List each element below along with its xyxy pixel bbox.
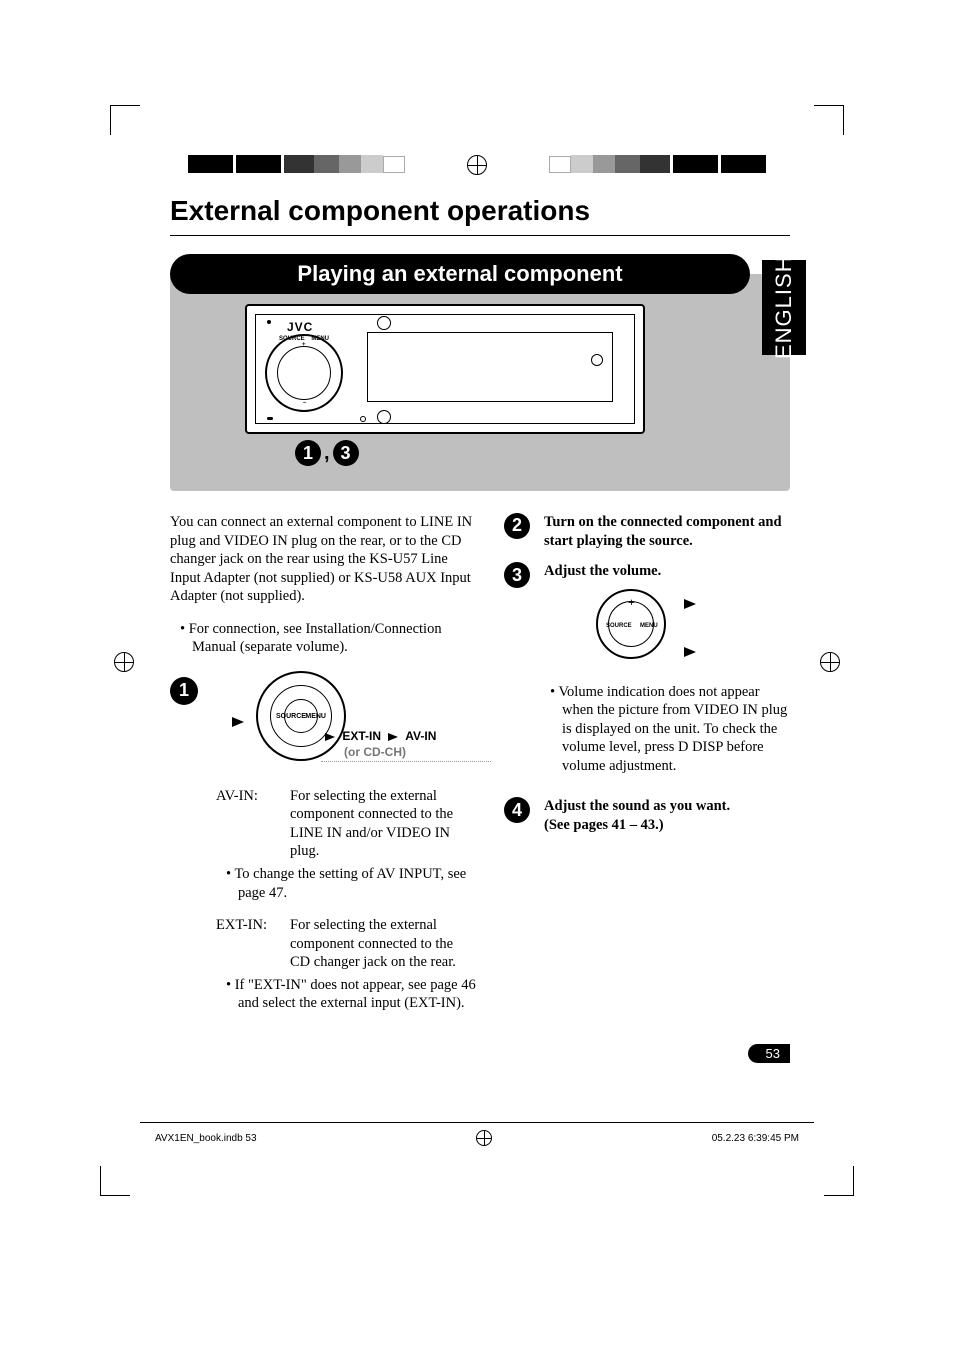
avin-bullet: To change the setting of AV INPUT, see p…: [226, 865, 476, 902]
step-4-badge: 4: [504, 797, 530, 823]
registration-mark-right-icon: [820, 652, 840, 672]
step-3-text: Adjust the volume.: [544, 563, 661, 579]
device-knob: + – SOURCE MENU: [265, 334, 343, 412]
device-drawing: JVC + – SOURCE MENU: [245, 304, 645, 434]
extin-bullet: If "EXT-IN" does not appear, see page 46…: [226, 976, 476, 1013]
flow-avin: AV-IN: [405, 729, 436, 743]
device-brand: JVC: [287, 320, 313, 334]
knob-source-label: SOURCE: [279, 336, 305, 342]
avin-definition: AV-IN: For selecting the external compon…: [216, 787, 476, 861]
page-content: External component operations Playing an…: [170, 195, 790, 1013]
color-bars-left: [188, 155, 405, 173]
left-column: You can connect an external component to…: [170, 513, 476, 1013]
step-4-text-b: (See pages 41 – 43.): [544, 817, 664, 833]
footer-filename: AVX1EN_book.indb 53: [155, 1133, 257, 1144]
intro-paragraph: You can connect an external component to…: [170, 513, 476, 606]
step1-knob-source-label: SOURCE: [276, 713, 306, 722]
illustration-step-callout: 1 , 3: [295, 440, 770, 466]
avin-label: AV-IN:: [216, 787, 284, 861]
step-3-badge: 3: [504, 562, 530, 588]
flow-arrow-icon: [325, 733, 335, 741]
registration-bar-top: [0, 155, 954, 175]
color-bars-right: [549, 155, 766, 173]
step1-knob-menu-label: MENU: [305, 713, 326, 722]
section-banner: Playing an external component: [170, 254, 750, 294]
callout-badge-3: 3: [333, 440, 359, 466]
callout-comma: ,: [324, 442, 330, 465]
step-4-text-a: Adjust the sound as you want.: [544, 798, 730, 814]
footer-timestamp: 05.2.23 6:39:45 PM: [712, 1133, 799, 1144]
arrow-right-icon: [684, 647, 696, 657]
extin-label: EXT-IN:: [216, 916, 284, 972]
step3-knob-source-label: SOURCE: [606, 623, 632, 631]
footer-rule: [140, 1122, 814, 1123]
step-2-badge: 2: [504, 513, 530, 539]
step-2-text: Turn on the connected component and star…: [544, 513, 790, 550]
page-heading: External component operations: [170, 195, 790, 227]
avin-text: For selecting the external component con…: [290, 787, 476, 861]
arrow-right-icon: [232, 717, 244, 727]
step-1-badge: 1: [170, 677, 198, 705]
heading-rule: [170, 235, 790, 236]
step-1-knob-illustration: SOURCE MENU EXT-IN AV-IN (or CD-CH): [256, 677, 476, 777]
registration-mark-icon: [467, 155, 487, 175]
callout-badge-1: 1: [295, 440, 321, 466]
page-number-badge: 53: [748, 1045, 790, 1063]
page-number: 53: [748, 1044, 790, 1063]
flow-sub: (or CD-CH): [344, 745, 406, 760]
flow-arrow-icon: [388, 733, 398, 741]
extin-definition: EXT-IN: For selecting the external compo…: [216, 916, 476, 972]
print-footer: AVX1EN_book.indb 53 05.2.23 6:39:45 PM: [155, 1130, 799, 1146]
arrow-right-icon: [684, 599, 696, 609]
step1-flow: EXT-IN AV-IN: [321, 729, 436, 744]
flow-extin: EXT-IN: [342, 729, 381, 743]
intro-bullet: For connection, see Installation/Connect…: [180, 620, 476, 657]
device-illustration-panel: JVC + – SOURCE MENU 1 , 3: [170, 274, 790, 491]
registration-mark-left-icon: [114, 652, 134, 672]
right-column: 2 Turn on the connected component and st…: [504, 513, 790, 1013]
registration-mark-footer-icon: [476, 1130, 492, 1146]
knob-menu-label: MENU: [311, 336, 329, 342]
step-3-knob-illustration: +– SOURCE MENU: [592, 585, 722, 675]
extin-text: For selecting the external component con…: [290, 916, 476, 972]
step3-knob-menu-label: MENU: [640, 623, 658, 631]
step-3-bullet: Volume indication does not appear when t…: [550, 683, 790, 776]
